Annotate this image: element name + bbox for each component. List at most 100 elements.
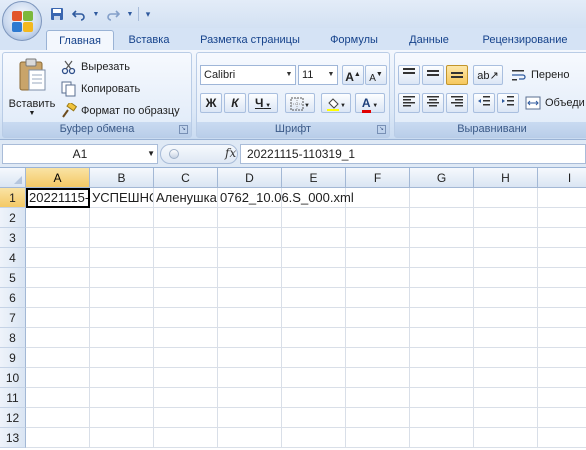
align-top-button[interactable]	[398, 65, 420, 85]
cell-e5[interactable]	[282, 268, 346, 288]
cell-f11[interactable]	[346, 388, 410, 408]
tab-review[interactable]: Рецензирование	[468, 30, 582, 50]
column-header-a[interactable]: A	[26, 168, 90, 188]
shrink-font-button[interactable]: A▼	[365, 65, 387, 85]
cell-g13[interactable]	[410, 428, 474, 448]
cell-d5[interactable]	[218, 268, 282, 288]
dialog-launcher-icon[interactable]: ↘	[377, 125, 386, 134]
fill-color-button[interactable]: ▼	[321, 93, 351, 113]
cell-c9[interactable]	[154, 348, 218, 368]
cell-f10[interactable]	[346, 368, 410, 388]
cell-d12[interactable]	[218, 408, 282, 428]
align-left-button[interactable]	[398, 93, 420, 113]
cell-f1[interactable]	[346, 188, 410, 208]
cell-h12[interactable]	[474, 408, 538, 428]
cell-b2[interactable]	[90, 208, 154, 228]
row-header-3[interactable]: 3	[0, 228, 26, 248]
cell-d4[interactable]	[218, 248, 282, 268]
cell-c1[interactable]: Аленушка	[154, 188, 218, 208]
undo-icon[interactable]	[70, 6, 88, 22]
cell-h2[interactable]	[474, 208, 538, 228]
cell-e7[interactable]	[282, 308, 346, 328]
office-button[interactable]	[2, 1, 42, 41]
row-header-10[interactable]: 10	[0, 368, 26, 388]
increase-indent-button[interactable]	[497, 93, 519, 113]
cell-a3[interactable]	[26, 228, 90, 248]
cell-h3[interactable]	[474, 228, 538, 248]
cell-b4[interactable]	[90, 248, 154, 268]
cell-e4[interactable]	[282, 248, 346, 268]
name-box[interactable]: A1 ▼	[2, 144, 158, 164]
cell-a5[interactable]	[26, 268, 90, 288]
row-header-6[interactable]: 6	[0, 288, 26, 308]
cell-e13[interactable]	[282, 428, 346, 448]
cell-h9[interactable]	[474, 348, 538, 368]
cell-f7[interactable]	[346, 308, 410, 328]
bold-button[interactable]: Ж	[200, 93, 222, 113]
cell-f13[interactable]	[346, 428, 410, 448]
cell-i7[interactable]	[538, 308, 586, 328]
cell-e10[interactable]	[282, 368, 346, 388]
cell-a10[interactable]	[26, 368, 90, 388]
cell-e6[interactable]	[282, 288, 346, 308]
cell-c3[interactable]	[154, 228, 218, 248]
italic-button[interactable]: К	[224, 93, 246, 113]
font-name-select[interactable]: Calibri ▼	[200, 65, 296, 85]
worksheet-grid[interactable]: ABCDEFGHI 12345678910111213 20221115-110…	[0, 168, 586, 450]
cell-a12[interactable]	[26, 408, 90, 428]
align-middle-button[interactable]	[422, 65, 444, 85]
cell-a6[interactable]	[26, 288, 90, 308]
cell-g9[interactable]	[410, 348, 474, 368]
column-header-d[interactable]: D	[218, 168, 282, 188]
cell-f8[interactable]	[346, 328, 410, 348]
cell-a11[interactable]	[26, 388, 90, 408]
cell-a9[interactable]	[26, 348, 90, 368]
select-all-button[interactable]	[0, 168, 26, 188]
cell-a1[interactable]: 20221115-110319_1	[26, 188, 90, 208]
tab-insert[interactable]: Вставка	[118, 30, 180, 50]
grow-font-button[interactable]: A▲	[342, 65, 364, 85]
cell-a13[interactable]	[26, 428, 90, 448]
cell-h10[interactable]	[474, 368, 538, 388]
tab-page-layout[interactable]: Разметка страницы	[186, 30, 314, 50]
cell-i8[interactable]	[538, 328, 586, 348]
cell-h11[interactable]	[474, 388, 538, 408]
cell-g7[interactable]	[410, 308, 474, 328]
cell-d6[interactable]	[218, 288, 282, 308]
cut-button[interactable]: Вырезать	[61, 57, 130, 77]
cell-a7[interactable]	[26, 308, 90, 328]
cell-c13[interactable]	[154, 428, 218, 448]
cell-e2[interactable]	[282, 208, 346, 228]
cell-g12[interactable]	[410, 408, 474, 428]
cell-e12[interactable]	[282, 408, 346, 428]
cell-h8[interactable]	[474, 328, 538, 348]
cell-b11[interactable]	[90, 388, 154, 408]
cell-d10[interactable]	[218, 368, 282, 388]
column-header-h[interactable]: H	[474, 168, 538, 188]
tab-data[interactable]: Данные	[394, 30, 464, 50]
customize-toolbar-icon[interactable]: ▾	[143, 6, 153, 22]
cell-d7[interactable]	[218, 308, 282, 328]
cell-c4[interactable]	[154, 248, 218, 268]
cell-b7[interactable]	[90, 308, 154, 328]
cell-h4[interactable]	[474, 248, 538, 268]
font-size-select[interactable]: 11 ▼	[298, 65, 338, 85]
cell-h1[interactable]	[474, 188, 538, 208]
format-painter-button[interactable]: Формат по образцу	[61, 101, 180, 121]
column-header-e[interactable]: E	[282, 168, 346, 188]
cell-g11[interactable]	[410, 388, 474, 408]
row-header-12[interactable]: 12	[0, 408, 26, 428]
chevron-down-icon[interactable]: ▼	[92, 6, 100, 22]
cell-g2[interactable]	[410, 208, 474, 228]
cell-i13[interactable]	[538, 428, 586, 448]
cell-f5[interactable]	[346, 268, 410, 288]
cell-b12[interactable]	[90, 408, 154, 428]
decrease-indent-button[interactable]	[473, 93, 495, 113]
cell-i2[interactable]	[538, 208, 586, 228]
cell-a2[interactable]	[26, 208, 90, 228]
cell-b10[interactable]	[90, 368, 154, 388]
cell-g5[interactable]	[410, 268, 474, 288]
borders-button[interactable]: ▼	[285, 93, 315, 113]
underline-button[interactable]: Ч ▼	[248, 93, 278, 113]
cell-h7[interactable]	[474, 308, 538, 328]
